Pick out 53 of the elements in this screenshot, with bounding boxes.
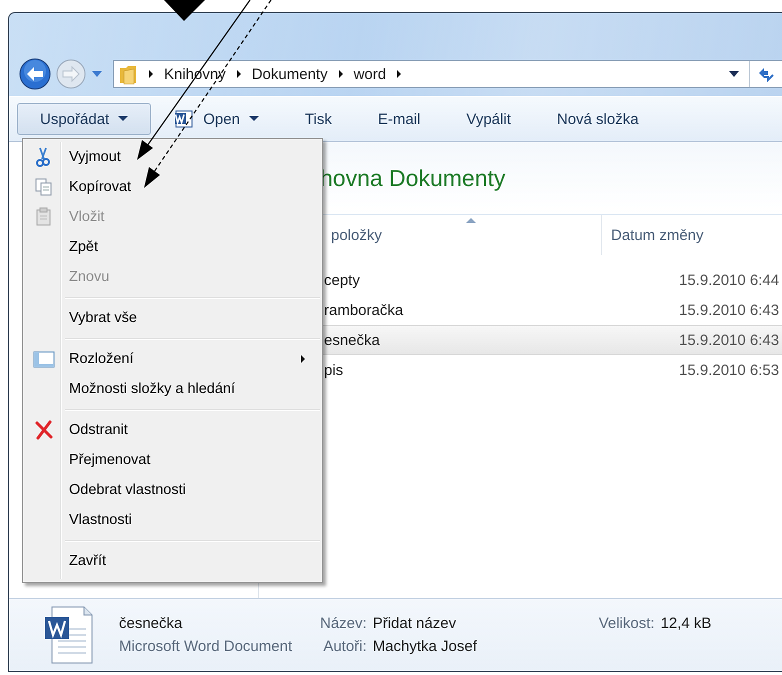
property-label: Autoři: bbox=[322, 638, 367, 655]
caret-icon bbox=[118, 116, 128, 122]
file-name[interactable]: esnečka bbox=[324, 332, 380, 348]
word-icon bbox=[174, 109, 194, 129]
refresh-icon bbox=[757, 66, 775, 82]
chevron-icon bbox=[236, 69, 242, 79]
menu-item[interactable]: Vlastnosti bbox=[25, 505, 320, 535]
toolbar-button[interactable]: Open bbox=[151, 103, 282, 135]
menu-item[interactable]: Odebrat vlastnosti bbox=[25, 475, 320, 505]
toolbar-button[interactable]: Nová složka bbox=[534, 103, 662, 135]
file-type: Microsoft Word Document bbox=[119, 638, 294, 655]
property-value[interactable]: Machytka Josef bbox=[372, 638, 593, 655]
toolbar-button[interactable]: Vypálit bbox=[443, 103, 534, 135]
property-value[interactable]: 12,4 kB bbox=[660, 615, 712, 632]
file-date: 15.9.2010 6:44 bbox=[679, 272, 780, 288]
file-name[interactable]: ramboračka bbox=[324, 302, 404, 318]
history-dropdown-icon[interactable] bbox=[91, 70, 103, 78]
toolbar-button[interactable]: Uspořádat bbox=[17, 103, 152, 135]
delete-icon bbox=[34, 420, 54, 440]
folder-icon bbox=[118, 63, 138, 85]
copy-icon bbox=[34, 177, 54, 197]
menu-item[interactable]: Možnosti složky a hledání bbox=[25, 374, 320, 404]
address-dropdown-icon[interactable] bbox=[728, 70, 740, 78]
toolbar-button[interactable]: E-mail bbox=[354, 103, 444, 135]
property-value[interactable]: Přidat název bbox=[372, 615, 593, 632]
caret-icon bbox=[248, 116, 259, 122]
chevron-icon bbox=[148, 69, 154, 79]
chevron-icon bbox=[396, 69, 402, 79]
file-name[interactable]: pis bbox=[324, 362, 344, 378]
file-date: 15.9.2010 6:53 bbox=[679, 362, 780, 378]
submenu-arrow-icon bbox=[300, 354, 306, 364]
layout-icon bbox=[33, 349, 55, 369]
file-name: česnečka bbox=[119, 615, 184, 632]
toolbar-button[interactable]: Tisk bbox=[282, 103, 355, 135]
property-label: Velikost: bbox=[598, 615, 655, 632]
property-label: Název: bbox=[320, 615, 367, 632]
column-header[interactable]: Datum změny bbox=[601, 215, 704, 255]
chevron-icon bbox=[338, 69, 344, 79]
breadcrumb-item[interactable]: word bbox=[354, 66, 386, 82]
menu-item[interactable]: Zavřít bbox=[25, 546, 320, 576]
column-header[interactable]: položky bbox=[331, 226, 382, 244]
menu-item: Znovu bbox=[68, 268, 110, 287]
menu-item[interactable]: Odstranit bbox=[25, 415, 320, 445]
menu-item[interactable]: Přejmenovat bbox=[25, 445, 320, 475]
word-document-icon bbox=[44, 605, 94, 665]
breadcrumb-item[interactable]: Dokumenty bbox=[252, 66, 328, 82]
file-date: 15.9.2010 6:43 bbox=[679, 302, 780, 318]
pointer-arrow bbox=[164, 0, 205, 21]
back-button[interactable] bbox=[19, 58, 51, 90]
file-date: 15.9.2010 6:43 bbox=[679, 332, 780, 348]
file-name[interactable]: cepty bbox=[324, 272, 360, 288]
sort-arrow-icon bbox=[466, 218, 476, 224]
menu-item[interactable]: Zpět bbox=[25, 232, 320, 262]
